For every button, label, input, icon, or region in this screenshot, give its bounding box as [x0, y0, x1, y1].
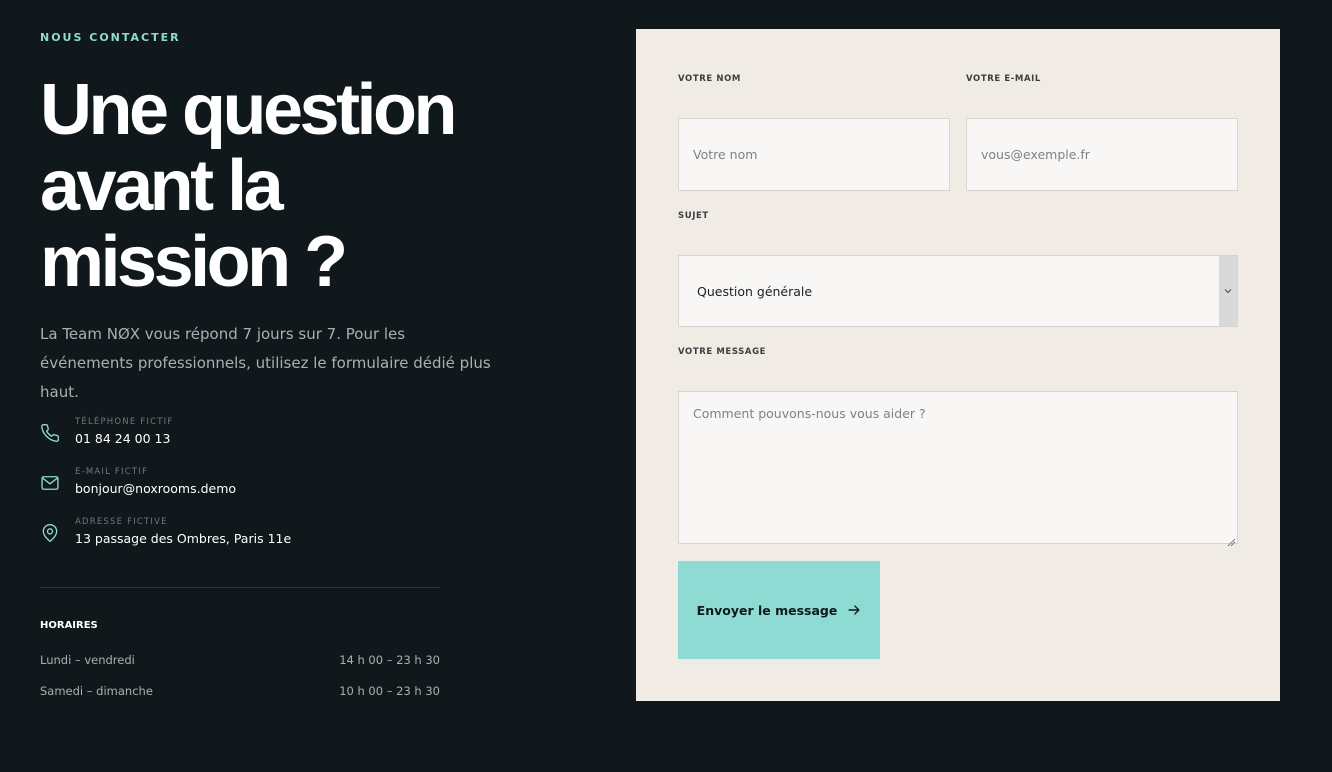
contact-value[interactable]: 01 84 24 00 13 — [75, 431, 170, 446]
map-pin-icon — [40, 523, 60, 543]
contact-label: E-MAIL FICTIF — [75, 467, 149, 477]
subject-selected-value: Question générale — [697, 284, 813, 299]
hours-row: Lundi – vendredi 14 h 00 – 23 h 30 — [40, 653, 440, 673]
hours-title: HORAIRES — [40, 620, 98, 631]
message-textarea[interactable] — [678, 391, 1238, 544]
arrow-right-icon — [847, 603, 861, 617]
name-input[interactable] — [678, 118, 950, 191]
resize-handle-icon[interactable] — [1226, 532, 1236, 547]
chevron-down-icon[interactable] — [1219, 256, 1237, 326]
hours-days: Lundi – vendredi — [40, 653, 135, 667]
subject-label: SUJET — [678, 211, 709, 221]
contact-item-phone[interactable]: TÉLÉPHONE FICTIF 01 84 24 00 13 — [40, 414, 440, 464]
contact-label: ADRESSE FICTIVE — [75, 517, 168, 527]
contact-item-address: ADRESSE FICTIVE 13 passage des Ombres, P… — [40, 514, 440, 564]
hours-time: 14 h 00 – 23 h 30 — [339, 653, 440, 667]
divider — [40, 587, 440, 588]
contact-value[interactable]: bonjour@noxrooms.demo — [75, 481, 236, 496]
hours-row: Samedi – dimanche 10 h 00 – 23 h 30 — [40, 684, 440, 704]
page-title: Une question avant la mission ? — [40, 70, 458, 302]
contact-list: TÉLÉPHONE FICTIF 01 84 24 00 13 E-MAIL F… — [40, 414, 440, 564]
hours-days: Samedi – dimanche — [40, 684, 153, 698]
phone-icon — [40, 423, 60, 443]
contact-label: TÉLÉPHONE FICTIF — [75, 417, 174, 427]
contact-item-email[interactable]: E-MAIL FICTIF bonjour@noxrooms.demo — [40, 464, 440, 514]
hours-time: 10 h 00 – 23 h 30 — [339, 684, 440, 698]
subject-select[interactable]: Question générale — [678, 255, 1238, 327]
contact-value: 13 passage des Ombres, Paris 11e — [75, 531, 292, 546]
intro-text: La Team NØX vous répond 7 jours sur 7. P… — [40, 325, 491, 401]
email-input[interactable] — [966, 118, 1238, 191]
email-label: VOTRE E-MAIL — [966, 74, 1041, 84]
contact-form: VOTRE NOM VOTRE E-MAIL SUJET Question gé… — [636, 29, 1280, 701]
message-label: VOTRE MESSAGE — [678, 347, 767, 357]
submit-button-label: Envoyer le message — [696, 602, 838, 618]
section-eyebrow: NOUS CONTACTER — [40, 31, 181, 44]
name-label: VOTRE NOM — [678, 74, 741, 84]
mail-icon — [40, 473, 60, 493]
submit-button[interactable]: Envoyer le message — [678, 561, 880, 659]
